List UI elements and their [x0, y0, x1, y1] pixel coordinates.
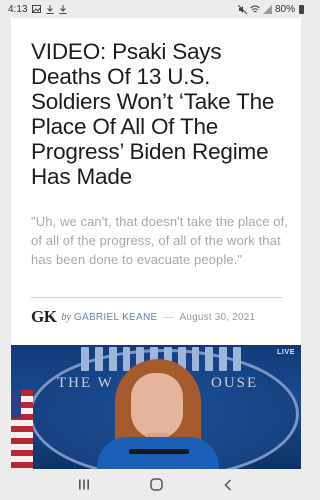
- live-badge: LIVE: [277, 349, 295, 356]
- speaker-face: [131, 373, 183, 439]
- battery-percent: 80%: [274, 3, 295, 15]
- author-link[interactable]: GABRIEL KEANE: [74, 312, 158, 323]
- status-right: 80%: [237, 3, 304, 15]
- signal-icon: [262, 4, 272, 14]
- back-icon: [224, 478, 232, 491]
- podium-mic: [129, 449, 189, 454]
- back-button[interactable]: [213, 475, 243, 495]
- byline: GK by GABRIEL KEANE — August 30, 2021: [31, 307, 255, 327]
- backdrop-text-left: THE W: [57, 375, 114, 391]
- divider: [31, 297, 282, 298]
- home-icon: [149, 478, 163, 491]
- home-button[interactable]: [141, 475, 171, 495]
- recents-icon: [79, 479, 89, 490]
- clock: 4:13: [8, 3, 28, 15]
- wifi-icon: [250, 5, 260, 12]
- publish-date: August 30, 2021: [179, 311, 256, 323]
- download-icon: [59, 4, 67, 14]
- backdrop-text-right: OUSE: [211, 375, 259, 391]
- battery-icon: [299, 4, 304, 14]
- byline-separator: —: [163, 311, 174, 323]
- article-card: VIDEO: Psaki Says Deaths Of 13 U.S. Sold…: [11, 18, 301, 469]
- navigation-bar: [0, 469, 312, 500]
- download-icon: [46, 4, 54, 14]
- mute-icon: [237, 4, 247, 14]
- flag-canton: [11, 390, 21, 418]
- publication-logo[interactable]: GK: [31, 307, 57, 327]
- article-quote: "Uh, we can't, that doesn't take the pla…: [31, 214, 288, 267]
- article-headline[interactable]: VIDEO: Psaki Says Deaths Of 13 U.S. Sold…: [31, 39, 293, 189]
- recents-button[interactable]: [69, 475, 99, 495]
- video-player[interactable]: THE W OUSE LIVE: [11, 345, 301, 469]
- status-bar: 4:13 80%: [0, 0, 312, 18]
- status-left: 4:13: [8, 4, 67, 15]
- image-icon: [32, 5, 42, 13]
- by-label: by: [61, 311, 71, 323]
